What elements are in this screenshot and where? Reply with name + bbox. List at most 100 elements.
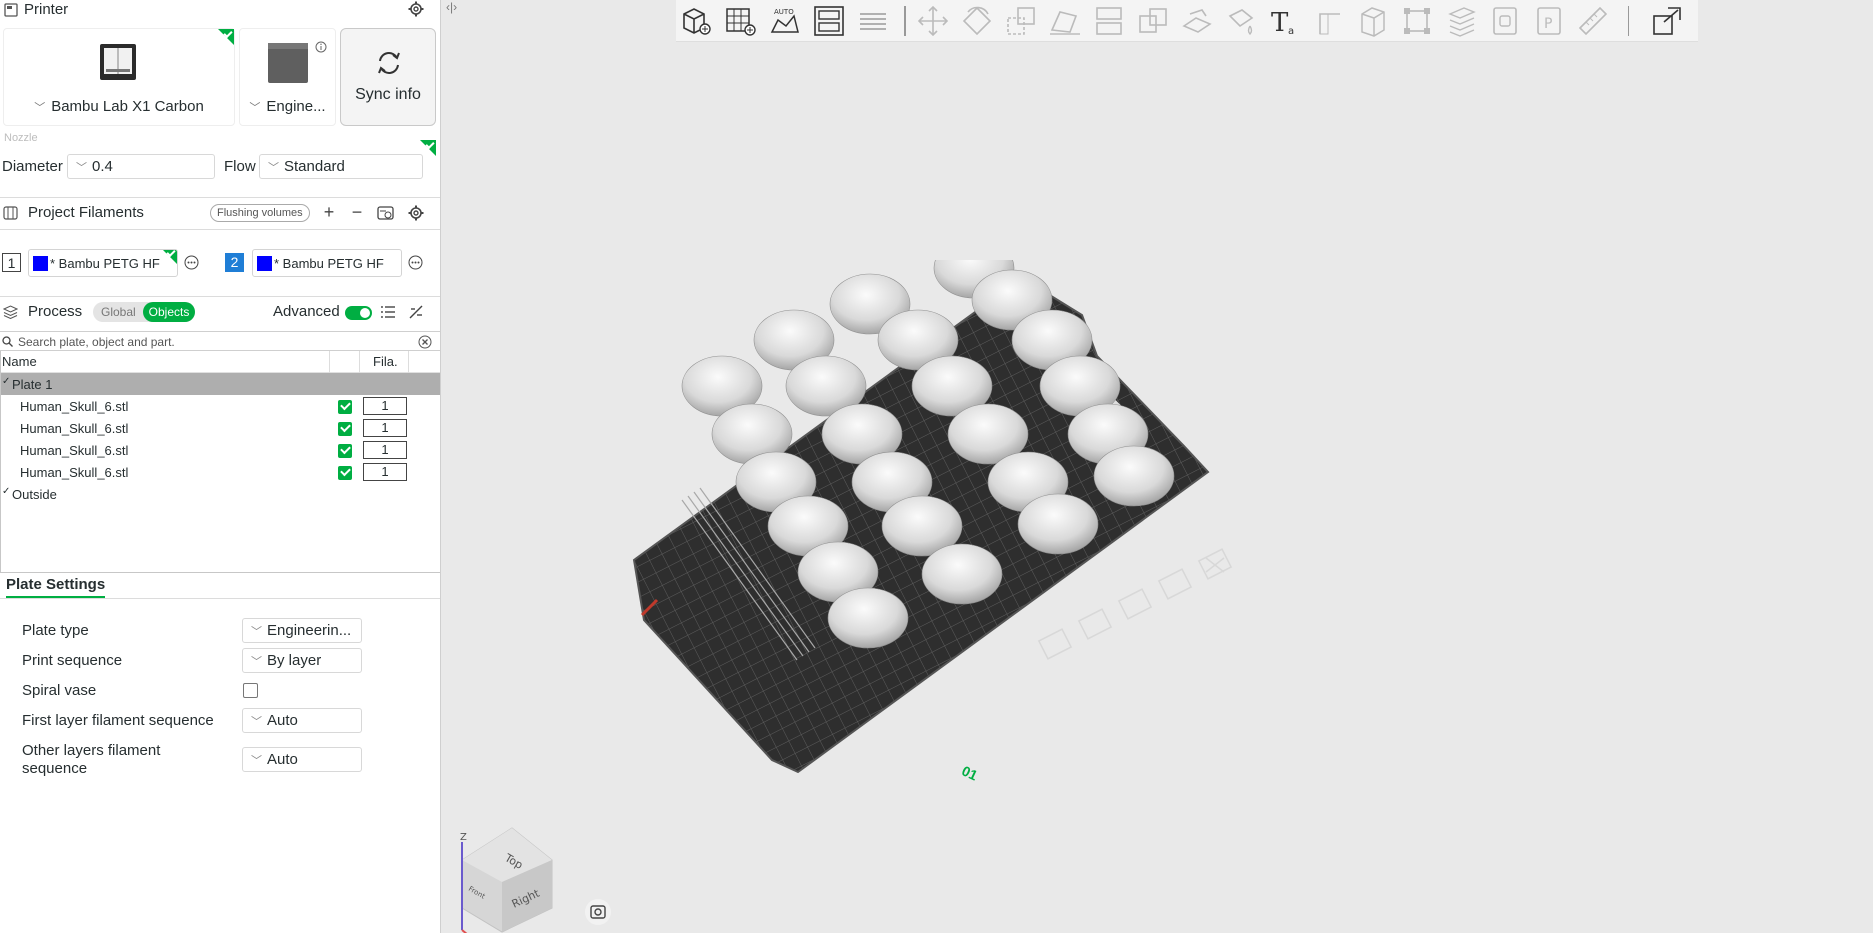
object-filament-input[interactable]: 1 (363, 441, 407, 459)
printer-thumbnail-icon (100, 44, 136, 80)
lay-on-face-icon[interactable] (1048, 4, 1082, 38)
move-icon[interactable] (916, 4, 950, 38)
tree-object-row[interactable]: Human_Skull_6.stl 1 (1, 395, 440, 417)
search-placeholder[interactable]: Search plate, object and part. (18, 335, 175, 349)
object-visible-checkbox[interactable] (338, 422, 352, 436)
printer-cards: ﹀ Bambu Lab X1 Carbon ﹀ Engine... Sync inf… (0, 28, 440, 136)
chevron-down-icon[interactable]: ✓ (2, 376, 10, 387)
gear-icon[interactable] (408, 1, 424, 17)
plate-type-setting-label: Plate type (22, 622, 89, 639)
svg-text:T: T (1271, 8, 1289, 38)
object-visible-checkbox[interactable] (338, 444, 352, 458)
rotate-icon[interactable] (960, 4, 994, 38)
cut-icon[interactable] (1092, 4, 1126, 38)
tree-object-row[interactable]: Human_Skull_6.stl 1 (1, 417, 440, 439)
divider (0, 229, 440, 230)
global-tab[interactable]: Global (101, 305, 136, 319)
divider (0, 598, 440, 599)
tree-plate-row[interactable]: ✓ Plate 1 (1, 373, 440, 395)
fit-view-icon[interactable] (1400, 4, 1434, 38)
name-column-header[interactable]: Name (2, 354, 37, 369)
plate-type-card[interactable]: ﹀ Engine... (239, 28, 336, 126)
filament-select-1[interactable]: * Bambu PETG HF (28, 249, 178, 277)
svg-text:P: P (1544, 16, 1552, 32)
other-layers-sequence-label-line2: sequence (22, 760, 88, 777)
diameter-select[interactable]: ﹀ 0.4 (67, 154, 215, 179)
tree-object-row[interactable]: Human_Skull_6.stl 1 (1, 461, 440, 483)
column-divider (408, 351, 409, 373)
plate-p-icon[interactable]: P (1532, 4, 1566, 38)
text-tool-icon[interactable]: Ta (1268, 4, 1302, 38)
split-object-icon[interactable] (1650, 4, 1684, 38)
toolbar-separator (904, 6, 906, 36)
objects-tab[interactable]: Objects (143, 302, 195, 322)
flushing-volumes-button[interactable]: Flushing volumes (210, 204, 310, 222)
3d-viewport[interactable]: ‹|› AUTO Ta P 01 Z Top Right Front (442, 0, 1873, 933)
plate-type-select[interactable]: ﹀ Engineerin... (242, 618, 362, 643)
object-filament-input[interactable]: 1 (363, 419, 407, 437)
more-options-icon[interactable] (408, 255, 423, 270)
process-tune-icon[interactable] (408, 304, 424, 320)
advanced-toggle[interactable] (345, 306, 372, 320)
object-filament-input[interactable]: 1 (363, 463, 407, 481)
filament-settings-gear-icon[interactable] (408, 205, 424, 221)
spiral-vase-label: Spiral vase (22, 682, 97, 699)
printer-card[interactable]: ﹀ Bambu Lab X1 Carbon (3, 28, 235, 126)
diameter-label: Diameter (2, 158, 63, 175)
arrange-icon[interactable] (812, 4, 846, 38)
list-icon[interactable] (380, 305, 396, 319)
chevron-down-icon: ﹀ (251, 755, 262, 767)
toolbar-separator (1628, 6, 1629, 36)
nozzle-label: Nozzle (4, 132, 38, 144)
auto-orient-icon[interactable]: AUTO (768, 4, 802, 38)
printer-section-header: Printer (0, 0, 440, 19)
camera-reset-icon[interactable] (584, 898, 612, 926)
more-options-icon[interactable] (184, 255, 199, 270)
sync-info-button[interactable]: Sync info (340, 28, 436, 126)
boolean-icon[interactable] (1136, 4, 1170, 38)
add-object-icon[interactable] (680, 4, 714, 38)
tree-outside-row[interactable]: ✓ Outside (1, 483, 440, 505)
print-sequence-label: Print sequence (22, 652, 123, 669)
filaments-section-title: Project Filaments (28, 204, 144, 221)
spiral-vase-checkbox[interactable] (243, 683, 258, 698)
divider (0, 197, 440, 198)
flow-select[interactable]: ﹀ Standard (259, 154, 423, 179)
add-plate-icon[interactable] (724, 4, 758, 38)
filament-sync-icon[interactable] (377, 205, 394, 221)
plate-settings-tab[interactable]: Plate Settings (6, 576, 106, 599)
filament-index-1: 1 (2, 253, 21, 272)
filament-color-swatch[interactable] (33, 256, 48, 271)
other-layers-sequence-select[interactable]: ﹀ Auto (242, 747, 362, 772)
cube-view-icon[interactable] (1356, 4, 1390, 38)
view-cube[interactable]: Z Top Right Front (442, 820, 562, 933)
clear-search-icon[interactable] (418, 335, 432, 349)
remove-filament-icon[interactable]: − (348, 203, 366, 222)
object-search-bar[interactable]: Search plate, object and part. (0, 331, 440, 351)
print-sequence-select[interactable]: ﹀ By layer (242, 648, 362, 673)
ruler-icon[interactable] (1576, 4, 1610, 38)
collapse-sidebar-icon[interactable]: ‹|› (446, 0, 457, 14)
scale-icon[interactable] (1004, 4, 1038, 38)
filament-color-swatch[interactable] (257, 256, 272, 271)
support-painting-icon[interactable] (1180, 4, 1214, 38)
chevron-down-icon[interactable]: ✓ (2, 486, 10, 497)
seam-painting-icon[interactable] (1224, 4, 1258, 38)
assembly-view-icon[interactable] (1488, 4, 1522, 38)
filament-select-2[interactable]: * Bambu PETG HF (252, 249, 402, 277)
tree-object-row[interactable]: Human_Skull_6.stl 1 (1, 439, 440, 461)
info-icon[interactable] (315, 41, 327, 53)
process-scope-toggle[interactable]: Global Objects (93, 302, 195, 322)
first-layer-sequence-select[interactable]: ﹀ Auto (242, 708, 362, 733)
measure-corner-icon[interactable] (1312, 4, 1346, 38)
add-filament-icon[interactable]: + (320, 203, 338, 222)
build-plate-scene[interactable] (622, 260, 1342, 780)
selected-check-icon (218, 29, 234, 45)
object-visible-checkbox[interactable] (338, 400, 352, 414)
chevron-down-icon: ﹀ (251, 656, 262, 668)
split-layers-icon[interactable] (856, 4, 890, 38)
fila-column-header[interactable]: Fila. (373, 354, 398, 369)
object-visible-checkbox[interactable] (338, 466, 352, 480)
object-filament-input[interactable]: 1 (363, 397, 407, 415)
variable-layer-icon[interactable] (1444, 4, 1478, 38)
